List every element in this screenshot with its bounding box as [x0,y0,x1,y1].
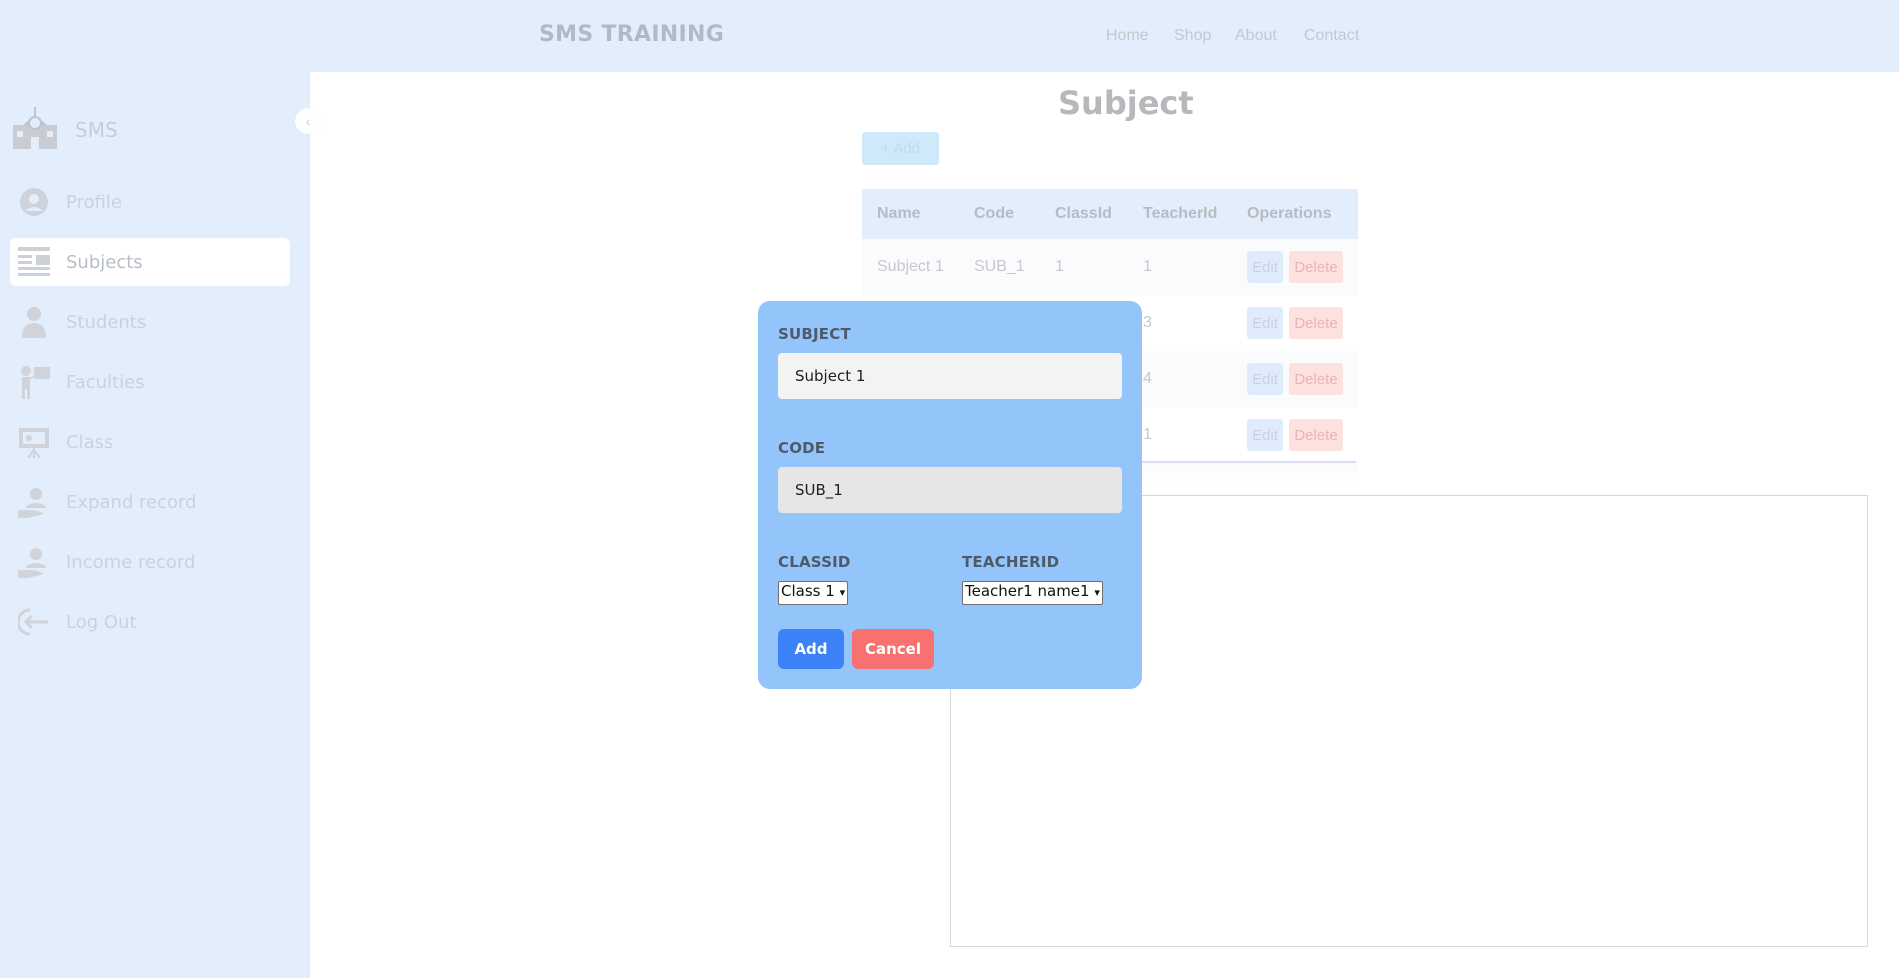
teacherid-select[interactable]: Teacher1 name1 ▾ [962,581,1103,605]
table-row: Subject 1 SUB_1 1 1 Edit Delete [862,239,1358,295]
sidebar-item-label: Expand record [66,491,197,513]
cell-teacherid: 1 [1143,258,1152,275]
delete-button[interactable]: Delete [1289,419,1343,451]
edit-button[interactable]: Edit [1247,419,1283,451]
sidebar-item-expand-record[interactable]: Expand record [10,478,290,526]
sidebar-item-students[interactable]: Students [10,298,290,346]
nav-contact-link[interactable]: Contact [1304,27,1359,45]
classid-label: CLASSID [778,553,851,571]
delete-button[interactable]: Delete [1289,363,1343,395]
cell-operations: Edit Delete [1232,419,1358,451]
add-subject-button[interactable]: + Add [862,132,939,165]
delete-button[interactable]: Delete [1289,307,1343,339]
cell-teacherid: 1 [1143,426,1152,443]
cell-teacherid: 4 [1143,370,1152,387]
collapse-sidebar-button[interactable]: ‹ [295,108,321,134]
hand-user-icon [16,485,52,519]
nav-about-link[interactable]: About [1235,27,1277,45]
column-header-code: Code [974,205,1014,222]
cell-operations: Edit Delete [1232,251,1358,283]
sidebar-item-label: Faculties [66,371,145,393]
classid-select[interactable]: Class 1 ▾ [778,581,849,605]
student-icon [16,305,52,339]
school-logo-icon [9,107,61,151]
subject-input[interactable] [778,353,1122,399]
teacherid-label: TEACHERID [962,553,1060,571]
column-header-name: Name [877,205,921,222]
chevron-down-icon: ▾ [839,586,846,599]
subject-form-modal: SUBJECT CODE CLASSID TEACHERID Class 1 ▾… [758,301,1142,689]
top-navbar: SMS TRAINING Home Shop About Contact [0,0,1899,72]
sidebar-item-class[interactable]: Class [10,418,290,466]
cell-classid: 1 [1055,258,1064,275]
classid-selected-value: Class 1 [781,582,835,600]
code-input[interactable] [778,467,1122,513]
sidebar-item-label: Subjects [66,251,143,273]
edit-button[interactable]: Edit [1247,251,1283,283]
sidebar-item-label: Class [66,431,114,453]
cell-teacherid: 3 [1143,314,1152,331]
teacherid-selected-value: Teacher1 name1 [965,582,1090,600]
brand-title: SMS TRAINING [539,22,725,47]
hand-user-icon [16,545,52,579]
sidebar-item-label: Log Out [66,611,137,633]
subject-label: SUBJECT [778,325,851,343]
nav-shop-link[interactable]: Shop [1174,27,1211,45]
cell-code: SUB_1 [974,258,1025,275]
logout-icon [16,605,52,639]
sidebar-item-profile[interactable]: Profile [10,178,290,226]
sidebar-title: SMS [75,118,118,142]
classroom-icon [16,425,52,459]
cell-operations: Edit Delete [1232,363,1358,395]
column-header-classid: ClassId [1055,205,1112,222]
column-header-operations: Operations [1247,205,1332,222]
cell-name: Subject 1 [877,258,944,275]
table-header: Name Code ClassId TeacherId Operations [862,189,1358,239]
sidebar-item-subjects[interactable]: Subjects [10,238,290,286]
delete-button[interactable]: Delete [1289,251,1343,283]
edit-button[interactable]: Edit [1247,363,1283,395]
add-button[interactable]: Add [778,629,844,669]
sidebar-item-faculties[interactable]: Faculties [10,358,290,406]
user-circle-icon [16,185,52,219]
column-header-teacherid: TeacherId [1143,205,1218,222]
sidebar-item-logout[interactable]: Log Out [10,598,290,646]
sidebar-item-label: Income record [66,551,196,573]
cell-operations: Edit Delete [1232,307,1358,339]
sidebar-item-income-record[interactable]: Income record [10,538,290,586]
list-icon [16,245,52,279]
sidebar-item-label: Students [66,311,147,333]
chevron-down-icon: ▾ [1094,586,1100,599]
nav-home-link[interactable]: Home [1106,27,1149,45]
code-label: CODE [778,439,826,457]
sidebar-item-label: Profile [66,191,122,213]
cancel-button[interactable]: Cancel [852,629,934,669]
edit-button[interactable]: Edit [1247,307,1283,339]
page-title: Subject [1058,84,1194,122]
chevron-left-icon: ‹ [305,113,311,129]
teacher-icon [16,365,52,399]
